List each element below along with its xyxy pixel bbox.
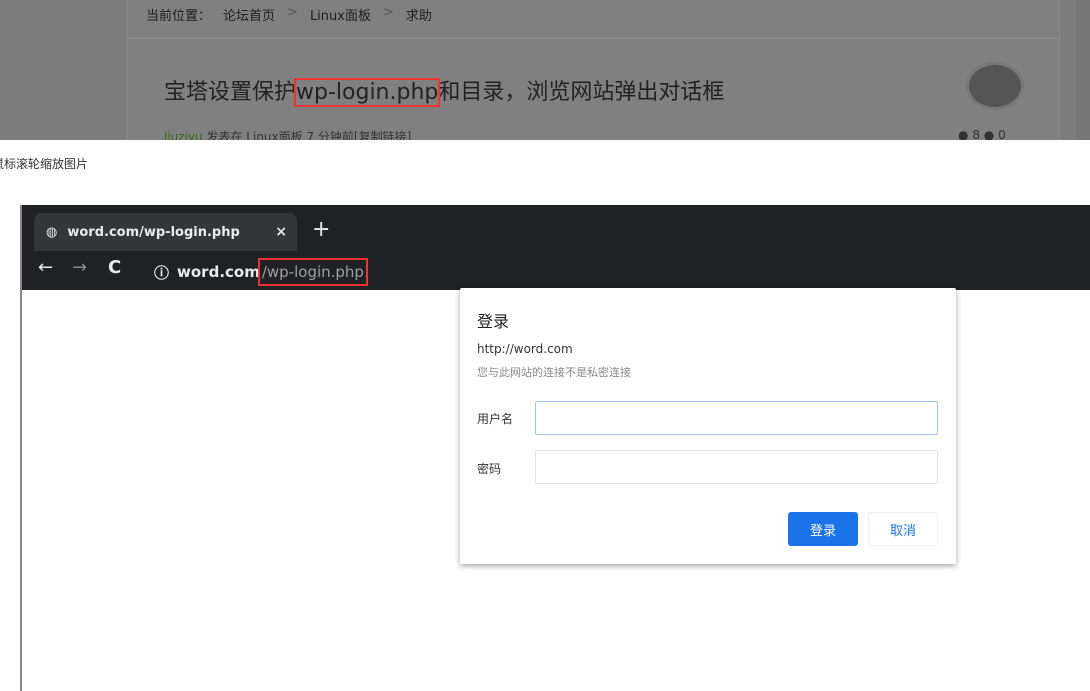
forward-icon[interactable]: → [72, 257, 87, 278]
breadcrumb-label: 当前位置： [146, 9, 212, 24]
post-time: 7 分钟前 [306, 130, 354, 140]
reload-icon[interactable]: C [108, 257, 121, 278]
breadcrumb-category[interactable]: 求助 [406, 5, 432, 24]
browser-chrome: ◍ word.com/wp-login.php × + ← → C ⓘ word… [22, 205, 1090, 290]
breadcrumb-separator: > [287, 5, 298, 20]
title-part: 宝塔设置保护 [164, 80, 297, 105]
login-button[interactable]: 登录 [788, 512, 858, 546]
comment-icon: ● [983, 128, 995, 140]
address-bar[interactable]: ⓘ word.com/wp-login.php [144, 257, 1090, 287]
view-count: 8 [972, 128, 980, 140]
scrollbar[interactable] [1076, 0, 1090, 140]
breadcrumb-home[interactable]: 论坛首页 [223, 5, 275, 24]
username-input[interactable] [535, 401, 938, 435]
dialog-title: 登录 [477, 312, 510, 331]
dialog-warning: 您与此网站的连接不是私密连接 [477, 366, 631, 379]
info-icon[interactable]: ⓘ [154, 262, 169, 283]
new-tab-icon[interactable]: + [312, 217, 330, 242]
forum-background: 当前位置： 论坛首页 > Linux面板 > 求助 宝塔设置保护wp-login… [0, 0, 1090, 140]
tab-title: word.com/wp-login.php [67, 224, 240, 240]
copy-link[interactable]: [复制链接] [354, 130, 411, 140]
password-label: 密码 [477, 462, 502, 476]
close-icon[interactable]: × [275, 224, 287, 240]
forum-panel: 当前位置： 论坛首页 > Linux面板 > 求助 宝塔设置保护wp-login… [127, 0, 1060, 140]
username-label: 用户名 [477, 412, 514, 426]
browser-tab[interactable]: ◍ word.com/wp-login.php × [34, 213, 297, 251]
title-part: 和目录，浏览网站弹出对话框 [438, 80, 725, 105]
breadcrumb: 当前位置： 论坛首页 > Linux面板 > 求助 [146, 5, 432, 24]
url-host: word.com [177, 263, 260, 281]
url-path: /wp-login.php [257, 258, 368, 286]
back-icon[interactable]: ← [38, 257, 53, 278]
zoom-hint: 鼠标滚轮缩放图片 [0, 157, 89, 171]
post-title: 宝塔设置保护wp-login.php和目录，浏览网站弹出对话框 [164, 74, 725, 107]
password-input[interactable] [535, 450, 938, 484]
eye-icon: ● [958, 128, 969, 140]
author-link[interactable]: liuziyu [164, 130, 203, 140]
board-link[interactable]: Linux面板 [246, 130, 302, 140]
post-stats: ● 8 ● 0 [958, 128, 1006, 140]
breadcrumb-separator: > [382, 5, 394, 20]
login-dialog: 登录 http://word.com 您与此网站的连接不是私密连接 用户名 密码… [460, 288, 956, 564]
breadcrumb-board[interactable]: Linux面板 [310, 5, 371, 24]
title-highlight: wp-login.php [294, 78, 441, 107]
avatar[interactable] [966, 62, 1024, 110]
divider [128, 38, 1059, 39]
cancel-button[interactable]: 取消 [868, 512, 938, 546]
post-meta: liuziyu 发表在 Linux面板 7 分钟前[复制链接] [164, 128, 411, 140]
posted-in-label: 发表在 [206, 130, 243, 140]
reply-count: 0 [998, 128, 1006, 140]
screenshot-image: ◍ word.com/wp-login.php × + ← → C ⓘ word… [20, 205, 1090, 691]
globe-icon: ◍ [46, 224, 58, 240]
dialog-origin: http://word.com [477, 342, 573, 356]
